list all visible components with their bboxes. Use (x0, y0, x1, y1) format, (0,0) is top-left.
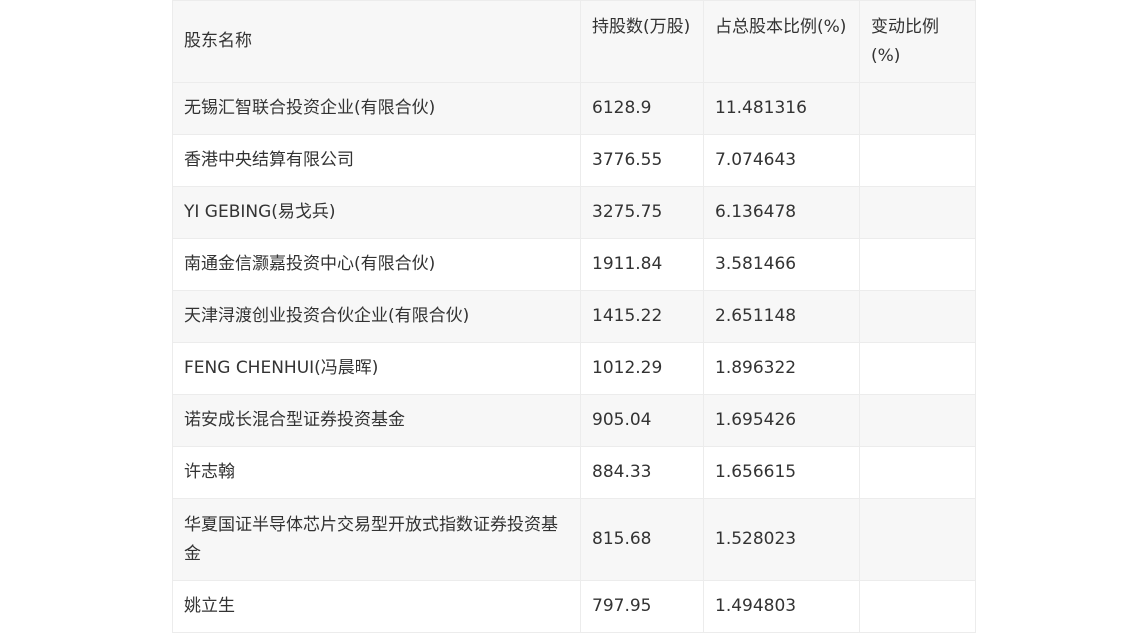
cell-change-ratio (859, 82, 976, 135)
table-row: 南通金信灏嘉投资中心(有限合伙) 1911.84 3.581466 (172, 238, 976, 291)
cell-shares: 3776.55 (580, 134, 704, 187)
cell-share-ratio: 1.896322 (703, 342, 860, 395)
cell-shareholder-name: 香港中央结算有限公司 (172, 134, 581, 187)
shareholders-table-container: 股东名称 持股数(万股) 占总股本比例(%) 变动比例(%) 无锡汇智联合投资企… (172, 0, 976, 633)
table-row: 无锡汇智联合投资企业(有限合伙) 6128.9 11.481316 (172, 82, 976, 135)
cell-change-ratio (859, 238, 976, 291)
header-change-ratio: 变动比例(%) (859, 0, 976, 83)
cell-shareholder-name: 许志翰 (172, 446, 581, 499)
cell-change-ratio (859, 186, 976, 239)
table-header-row: 股东名称 持股数(万股) 占总股本比例(%) 变动比例(%) (172, 0, 976, 83)
cell-change-ratio (859, 498, 976, 581)
cell-change-ratio (859, 446, 976, 499)
cell-shares: 1012.29 (580, 342, 704, 395)
cell-shareholder-name: YI GEBING(易戈兵) (172, 186, 581, 239)
table-row: 天津浔渡创业投资合伙企业(有限合伙) 1415.22 2.651148 (172, 290, 976, 343)
table-row: FENG CHENHUI(冯晨晖) 1012.29 1.896322 (172, 342, 976, 395)
cell-shares: 1415.22 (580, 290, 704, 343)
cell-shares: 1911.84 (580, 238, 704, 291)
table-row: 诺安成长混合型证券投资基金 905.04 1.695426 (172, 394, 976, 447)
cell-shareholder-name: 南通金信灏嘉投资中心(有限合伙) (172, 238, 581, 291)
cell-shareholder-name: 华夏国证半导体芯片交易型开放式指数证券投资基金 (172, 498, 581, 581)
cell-share-ratio: 1.656615 (703, 446, 860, 499)
cell-shareholder-name: 无锡汇智联合投资企业(有限合伙) (172, 82, 581, 135)
header-shareholder-name: 股东名称 (172, 0, 581, 83)
cell-shares: 905.04 (580, 394, 704, 447)
cell-share-ratio: 1.494803 (703, 580, 860, 633)
cell-share-ratio: 1.528023 (703, 498, 860, 581)
cell-change-ratio (859, 580, 976, 633)
cell-share-ratio: 1.695426 (703, 394, 860, 447)
shareholders-table: 股东名称 持股数(万股) 占总股本比例(%) 变动比例(%) 无锡汇智联合投资企… (172, 0, 976, 633)
table-row: 姚立生 797.95 1.494803 (172, 580, 976, 633)
cell-share-ratio: 11.481316 (703, 82, 860, 135)
table-row: 许志翰 884.33 1.656615 (172, 446, 976, 499)
cell-share-ratio: 7.074643 (703, 134, 860, 187)
cell-share-ratio: 6.136478 (703, 186, 860, 239)
cell-share-ratio: 3.581466 (703, 238, 860, 291)
cell-shareholder-name: FENG CHENHUI(冯晨晖) (172, 342, 581, 395)
cell-share-ratio: 2.651148 (703, 290, 860, 343)
cell-shareholder-name: 诺安成长混合型证券投资基金 (172, 394, 581, 447)
cell-shares: 3275.75 (580, 186, 704, 239)
cell-shares: 797.95 (580, 580, 704, 633)
header-shares: 持股数(万股) (580, 0, 704, 83)
table-row: 香港中央结算有限公司 3776.55 7.074643 (172, 134, 976, 187)
cell-change-ratio (859, 290, 976, 343)
cell-shareholder-name: 天津浔渡创业投资合伙企业(有限合伙) (172, 290, 581, 343)
header-share-ratio: 占总股本比例(%) (703, 0, 860, 83)
table-row: 华夏国证半导体芯片交易型开放式指数证券投资基金 815.68 1.528023 (172, 498, 976, 581)
cell-change-ratio (859, 342, 976, 395)
cell-shares: 815.68 (580, 498, 704, 581)
cell-change-ratio (859, 134, 976, 187)
cell-change-ratio (859, 394, 976, 447)
cell-shares: 884.33 (580, 446, 704, 499)
table-row: YI GEBING(易戈兵) 3275.75 6.136478 (172, 186, 976, 239)
cell-shares: 6128.9 (580, 82, 704, 135)
cell-shareholder-name: 姚立生 (172, 580, 581, 633)
